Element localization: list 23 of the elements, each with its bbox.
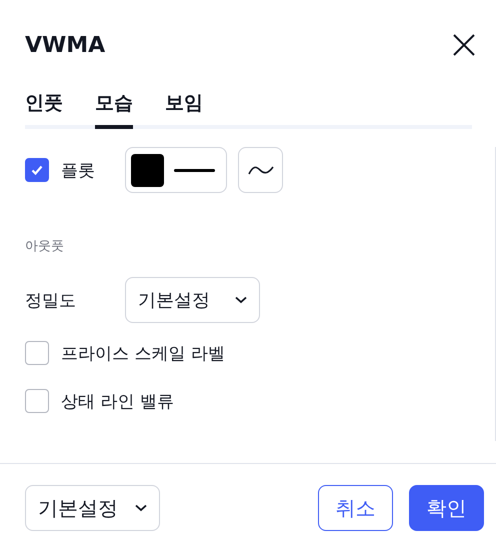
- checkbox-label: 상태 라인 밸류: [61, 390, 174, 412]
- tab[interactable]: 인풋: [25, 84, 63, 129]
- preset-select[interactable]: 기본설정: [25, 485, 160, 531]
- chevron-down-icon: [134, 504, 148, 512]
- tab[interactable]: 모습: [95, 84, 133, 129]
- precision-select[interactable]: 기본설정: [125, 277, 260, 323]
- dialog-title: VWMA: [25, 32, 106, 58]
- wave-line-icon: [248, 164, 274, 176]
- chevron-down-icon: [234, 296, 248, 304]
- section-heading: 아웃풋: [25, 238, 65, 255]
- ok-button[interactable]: 확인: [409, 485, 484, 531]
- plot-type-button[interactable]: [238, 147, 283, 193]
- checkbox[interactable]: [25, 158, 49, 182]
- checkbox-label: 플롯: [61, 160, 96, 182]
- cancel-button[interactable]: 취소: [318, 485, 393, 531]
- line-style-button[interactable]: [125, 147, 227, 193]
- tab[interactable]: 보임: [165, 84, 203, 129]
- checkbox[interactable]: [25, 389, 49, 413]
- check-icon: [30, 163, 44, 177]
- close-icon[interactable]: [452, 33, 476, 57]
- field-label: 정밀도: [25, 290, 77, 312]
- checkbox-label: 프라이스 스케일 라벨: [61, 342, 225, 364]
- checkbox[interactable]: [25, 341, 49, 365]
